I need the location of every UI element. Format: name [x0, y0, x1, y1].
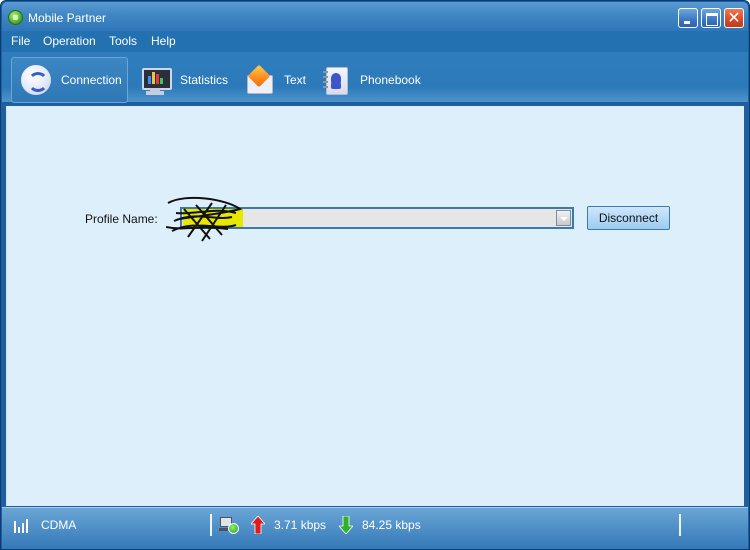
- maximize-button[interactable]: [701, 8, 721, 28]
- tab-connection-label: Connection: [61, 73, 122, 87]
- profile-name-dropdown[interactable]: [166, 196, 574, 242]
- phonebook-spiral: [323, 71, 328, 73]
- tab-text[interactable]: Text: [244, 57, 306, 103]
- connection-icon: [21, 65, 51, 95]
- statistics-icon-bar: [152, 72, 155, 84]
- menu-operation[interactable]: Operation: [43, 34, 96, 48]
- tab-phonebook[interactable]: Phonebook: [320, 57, 421, 103]
- envelope-icon: [244, 65, 274, 95]
- signal-strength-icon: [14, 517, 30, 533]
- disconnect-button[interactable]: Disconnect: [587, 206, 670, 230]
- statistics-icon-bar: [160, 78, 163, 84]
- network-type: CDMA: [41, 518, 77, 532]
- phonebook-spiral: [323, 86, 328, 88]
- menu-tools[interactable]: Tools: [109, 34, 137, 48]
- close-icon: ✕: [727, 8, 741, 27]
- tab-text-label: Text: [284, 73, 307, 87]
- statistics-icon: [140, 65, 172, 95]
- tab-connection[interactable]: Connection: [11, 57, 128, 103]
- chevron-down-icon[interactable]: [556, 210, 571, 226]
- statistics-icon-bar: [148, 76, 151, 84]
- statistics-icon-bar: [156, 74, 159, 84]
- status-divider: [210, 514, 212, 536]
- profile-name-label: Profile Name:: [85, 212, 158, 226]
- globe-icon: [228, 523, 239, 534]
- tab-phonebook-label: Phonebook: [360, 73, 421, 87]
- app-window: Mobile Partner ✕ File Operation Tools He…: [0, 0, 750, 550]
- connection-panel: Profile Name: Disconnect: [6, 106, 744, 506]
- toolbar: Connection Statistics Text Phonebook: [2, 52, 748, 104]
- phonebook-icon: [320, 65, 350, 95]
- window-title: Mobile Partner: [28, 11, 107, 25]
- signal-bar: [26, 519, 28, 533]
- download-arrow-icon: [339, 516, 353, 534]
- minimize-button[interactable]: [678, 8, 698, 28]
- close-button[interactable]: ✕: [724, 8, 744, 28]
- tab-statistics-label: Statistics: [180, 73, 229, 87]
- signal-bar: [14, 521, 16, 533]
- title-bar[interactable]: Mobile Partner ✕: [2, 2, 748, 31]
- upload-rate: 3.71 kbps: [274, 518, 327, 532]
- phonebook-spiral: [323, 81, 328, 83]
- menu-file[interactable]: File: [11, 34, 30, 48]
- status-bar: CDMA 3.71 kbps 84.25 kbps: [2, 507, 748, 549]
- menu-bar: File Operation Tools Help: [2, 31, 748, 52]
- download-rate: 84.25 kbps: [362, 518, 421, 532]
- menu-help[interactable]: Help: [151, 34, 176, 48]
- app-logo-icon: [8, 10, 23, 25]
- upload-arrow-icon: [251, 516, 265, 534]
- network-connected-icon: [219, 517, 240, 535]
- signal-bar: [22, 523, 24, 533]
- status-divider: [679, 514, 681, 536]
- signal-bar: [18, 527, 20, 533]
- tab-statistics[interactable]: Statistics: [140, 57, 228, 103]
- redaction-scribble: [166, 196, 243, 242]
- phonebook-spiral: [323, 76, 328, 78]
